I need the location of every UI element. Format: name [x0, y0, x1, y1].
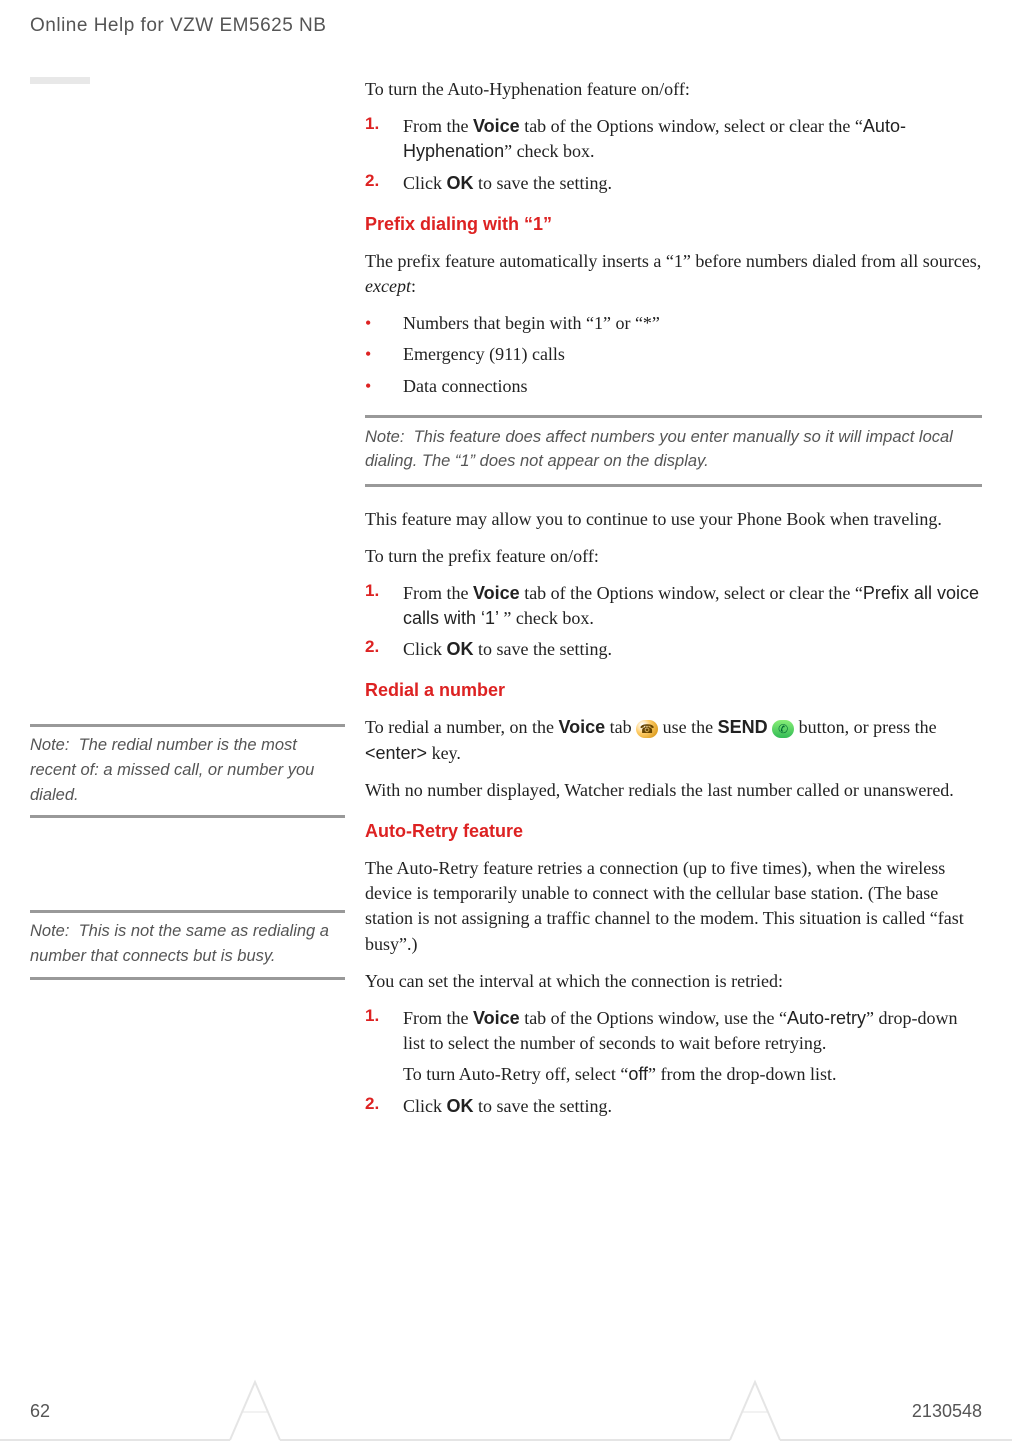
step-subtext: To turn Auto-Retry off, select “off” fro…: [403, 1062, 982, 1087]
list-item: 1. From the Voice tab of the Options win…: [365, 1006, 982, 1056]
step-text: From the Voice tab of the Options window…: [403, 1006, 982, 1056]
running-header: Online Help for VZW EM5625 NB: [0, 0, 1012, 37]
bullet-dot: •: [365, 342, 403, 367]
sidebar: Note: The redial number is the most rece…: [30, 77, 365, 1133]
step-text: From the Voice tab of the Options window…: [403, 114, 982, 164]
bullet-text: Emergency (911) calls: [403, 342, 565, 367]
page-number: 62: [30, 1401, 50, 1422]
list-item: 1. From the Voice tab of the Options win…: [365, 114, 982, 164]
step-number: 1.: [365, 581, 403, 631]
voice-tab-icon: ☎: [636, 720, 658, 738]
autohyphen-intro: To turn the Auto-Hyphenation feature on/…: [365, 77, 982, 102]
step-text: Click OK to save the setting.: [403, 1094, 982, 1119]
list-item: 2. Click OK to save the setting.: [365, 637, 982, 662]
redial-p2: With no number displayed, Watcher redial…: [365, 778, 982, 803]
main-column: To turn the Auto-Hyphenation feature on/…: [365, 77, 982, 1133]
step-number: 2.: [365, 1094, 403, 1119]
side-note-redial: Note: The redial number is the most rece…: [30, 724, 345, 818]
list-item: 1. From the Voice tab of the Options win…: [365, 581, 982, 631]
prefix-p3: To turn the prefix feature on/off:: [365, 544, 982, 569]
list-item: •Data connections: [365, 374, 982, 399]
step-text: Click OK to save the setting.: [403, 171, 982, 196]
autoretry-p2: You can set the interval at which the co…: [365, 969, 982, 994]
bullet-dot: •: [365, 374, 403, 399]
page-body: Note: The redial number is the most rece…: [0, 37, 1012, 1133]
prefix-note: Note: This feature does affect numbers y…: [365, 415, 982, 487]
bullet-dot: •: [365, 311, 403, 336]
heading-redial: Redial a number: [365, 680, 982, 701]
step-text: Click OK to save the setting.: [403, 637, 982, 662]
step-number: 1.: [365, 1006, 403, 1056]
step-number: 2.: [365, 171, 403, 196]
doc-id: 2130548: [912, 1401, 982, 1422]
step-text: From the Voice tab of the Options window…: [403, 581, 982, 631]
prefix-steps: 1. From the Voice tab of the Options win…: [365, 581, 982, 663]
heading-autoretry: Auto-Retry feature: [365, 821, 982, 842]
list-item: •Emergency (911) calls: [365, 342, 982, 367]
margin-band: [30, 77, 90, 84]
autoretry-steps: 1. From the Voice tab of the Options win…: [365, 1006, 982, 1119]
prefix-p2: This feature may allow you to continue t…: [365, 507, 982, 532]
send-button-icon: ✆: [772, 720, 794, 738]
heading-prefix: Prefix dialing with “1”: [365, 214, 982, 235]
step-number: 2.: [365, 637, 403, 662]
bullet-text: Numbers that begin with “1” or “*”: [403, 311, 660, 336]
autohyphen-steps: 1. From the Voice tab of the Options win…: [365, 114, 982, 196]
page-footer: 62 2130548: [0, 1401, 1012, 1422]
step-number: 1.: [365, 114, 403, 164]
autoretry-p1: The Auto-Retry feature retries a connect…: [365, 856, 982, 957]
side-note-autoretry: Note: This is not the same as redialing …: [30, 910, 345, 980]
prefix-bullets: •Numbers that begin with “1” or “*” •Eme…: [365, 311, 982, 399]
list-item: •Numbers that begin with “1” or “*”: [365, 311, 982, 336]
list-item: 2. Click OK to save the setting.: [365, 1094, 982, 1119]
redial-p1: To redial a number, on the Voice tab ☎ u…: [365, 715, 982, 765]
bullet-text: Data connections: [403, 374, 527, 399]
prefix-p1: The prefix feature automatically inserts…: [365, 249, 982, 299]
list-item: 2. Click OK to save the setting.: [365, 171, 982, 196]
